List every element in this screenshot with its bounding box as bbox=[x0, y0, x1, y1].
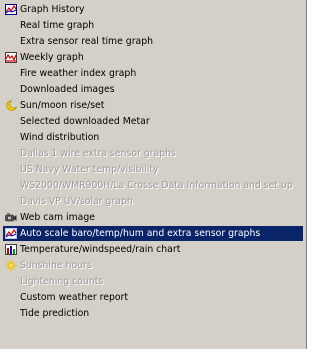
menu-item-label: Weekly graph bbox=[20, 52, 84, 63]
menu-item-label: Custom weather report bbox=[20, 292, 129, 303]
menu-item-label: Temperature/windspeed/rain chart bbox=[20, 244, 181, 255]
menu-item-label: US Navy Water temp/visibility bbox=[20, 164, 159, 175]
menu-item-label: Downloaded images bbox=[20, 84, 115, 95]
menu-item-label: WS2000/WMR900H/La Crosse Data Informatio… bbox=[20, 180, 293, 191]
sun-icon bbox=[5, 260, 17, 271]
menu-item-label: Real time graph bbox=[20, 20, 95, 31]
menu-item-label: Dallas 1 wire extra sensor graphs bbox=[20, 148, 176, 159]
menu-item-label: Davis VP UV/solar graph bbox=[20, 196, 133, 207]
menu-item-auto-scale-graphs[interactable]: Auto scale baro/temp/hum and extra senso… bbox=[3, 226, 303, 241]
menu-item-label: Wind distribution bbox=[20, 132, 100, 143]
menu-item-label: Lightening counts bbox=[20, 276, 104, 287]
menu-item-label: Sun/moon rise/set bbox=[20, 100, 105, 111]
auto-scale-graph-icon bbox=[5, 228, 17, 239]
menu-item-label: Extra sensor real time graph bbox=[20, 36, 154, 47]
menu-item-label: Auto scale baro/temp/hum and extra senso… bbox=[20, 228, 261, 239]
menu-item-label: Fire weather index graph bbox=[20, 68, 137, 79]
menu-item-label: Selected downloaded Metar bbox=[20, 116, 150, 127]
menu-item-label: Sunshine hours bbox=[20, 260, 92, 271]
dropdown-menu: Graph History Real time graph Extra sens… bbox=[0, 0, 307, 349]
menu-item-label: Tide prediction bbox=[20, 308, 90, 319]
bar-chart-icon bbox=[5, 244, 17, 255]
graph-history-icon bbox=[5, 4, 17, 15]
menu-item-label: Web cam image bbox=[20, 212, 96, 223]
webcam-icon bbox=[5, 212, 17, 223]
menu-item-label: Graph History bbox=[20, 4, 85, 15]
moon-icon bbox=[5, 100, 17, 111]
weekly-graph-icon bbox=[5, 52, 17, 63]
